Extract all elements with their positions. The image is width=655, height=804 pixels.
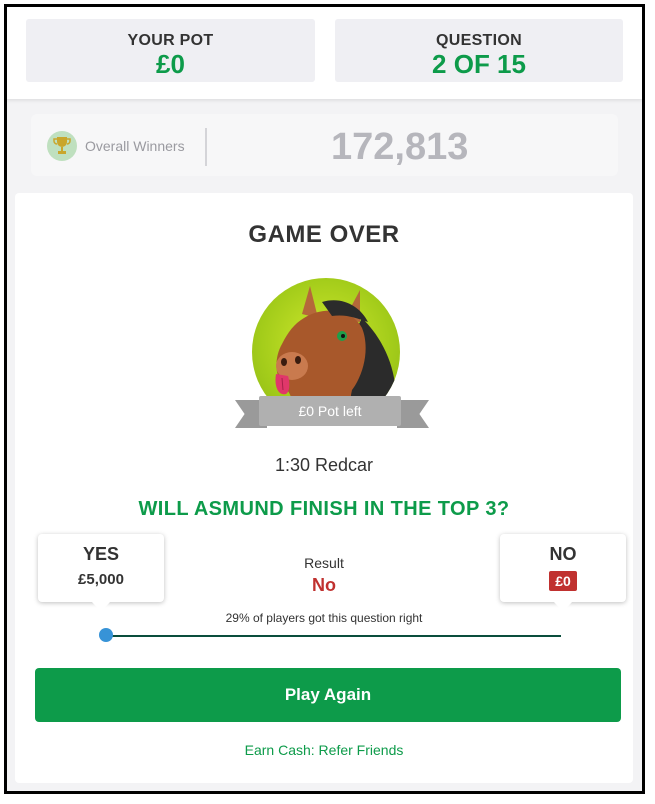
play-again-button[interactable]: Play Again (35, 668, 621, 722)
no-value-badge: £0 (549, 571, 577, 591)
question-value: 2 OF 15 (432, 49, 526, 79)
race-name: 1:30 Redcar (274, 455, 374, 475)
divider (205, 128, 207, 166)
question-text: WILL ASMUND FINISH IN THE TOP 3? (138, 498, 510, 520)
ribbon-right-tail (397, 400, 429, 428)
refer-friends-link[interactable]: Earn Cash: Refer Friends (15, 742, 633, 758)
pot-left-ribbon: £0 Pot left (259, 396, 401, 426)
pot-value: £0 (156, 49, 185, 79)
overall-winners-label: Overall Winners (85, 138, 185, 154)
game-over-title: GAME OVER (248, 221, 400, 248)
result-marker (99, 628, 113, 642)
question-card: QUESTION 2 OF 15 (335, 19, 623, 82)
game-over-panel: GAME OVER £0 Pot left 1:30 Redcar WILL A… (15, 193, 633, 783)
no-label: NO (549, 544, 577, 564)
question-label: QUESTION (436, 32, 522, 49)
header-bar: YOUR POT £0 QUESTION 2 OF 15 (7, 7, 642, 99)
overall-winners-panel: Overall Winners 172,813 (31, 114, 618, 176)
pot-label: YOUR POT (127, 32, 214, 49)
overall-winners-count: 172,813 (331, 126, 469, 168)
percent-correct-text: 29% of players got this question right (225, 611, 423, 625)
no-option: NO £0 (500, 534, 626, 612)
result-track (103, 635, 561, 637)
trophy-icon (47, 131, 77, 161)
game-frame: YOUR POT £0 QUESTION 2 OF 15 Overall Win… (4, 4, 645, 794)
pot-card: YOUR POT £0 (26, 19, 315, 82)
